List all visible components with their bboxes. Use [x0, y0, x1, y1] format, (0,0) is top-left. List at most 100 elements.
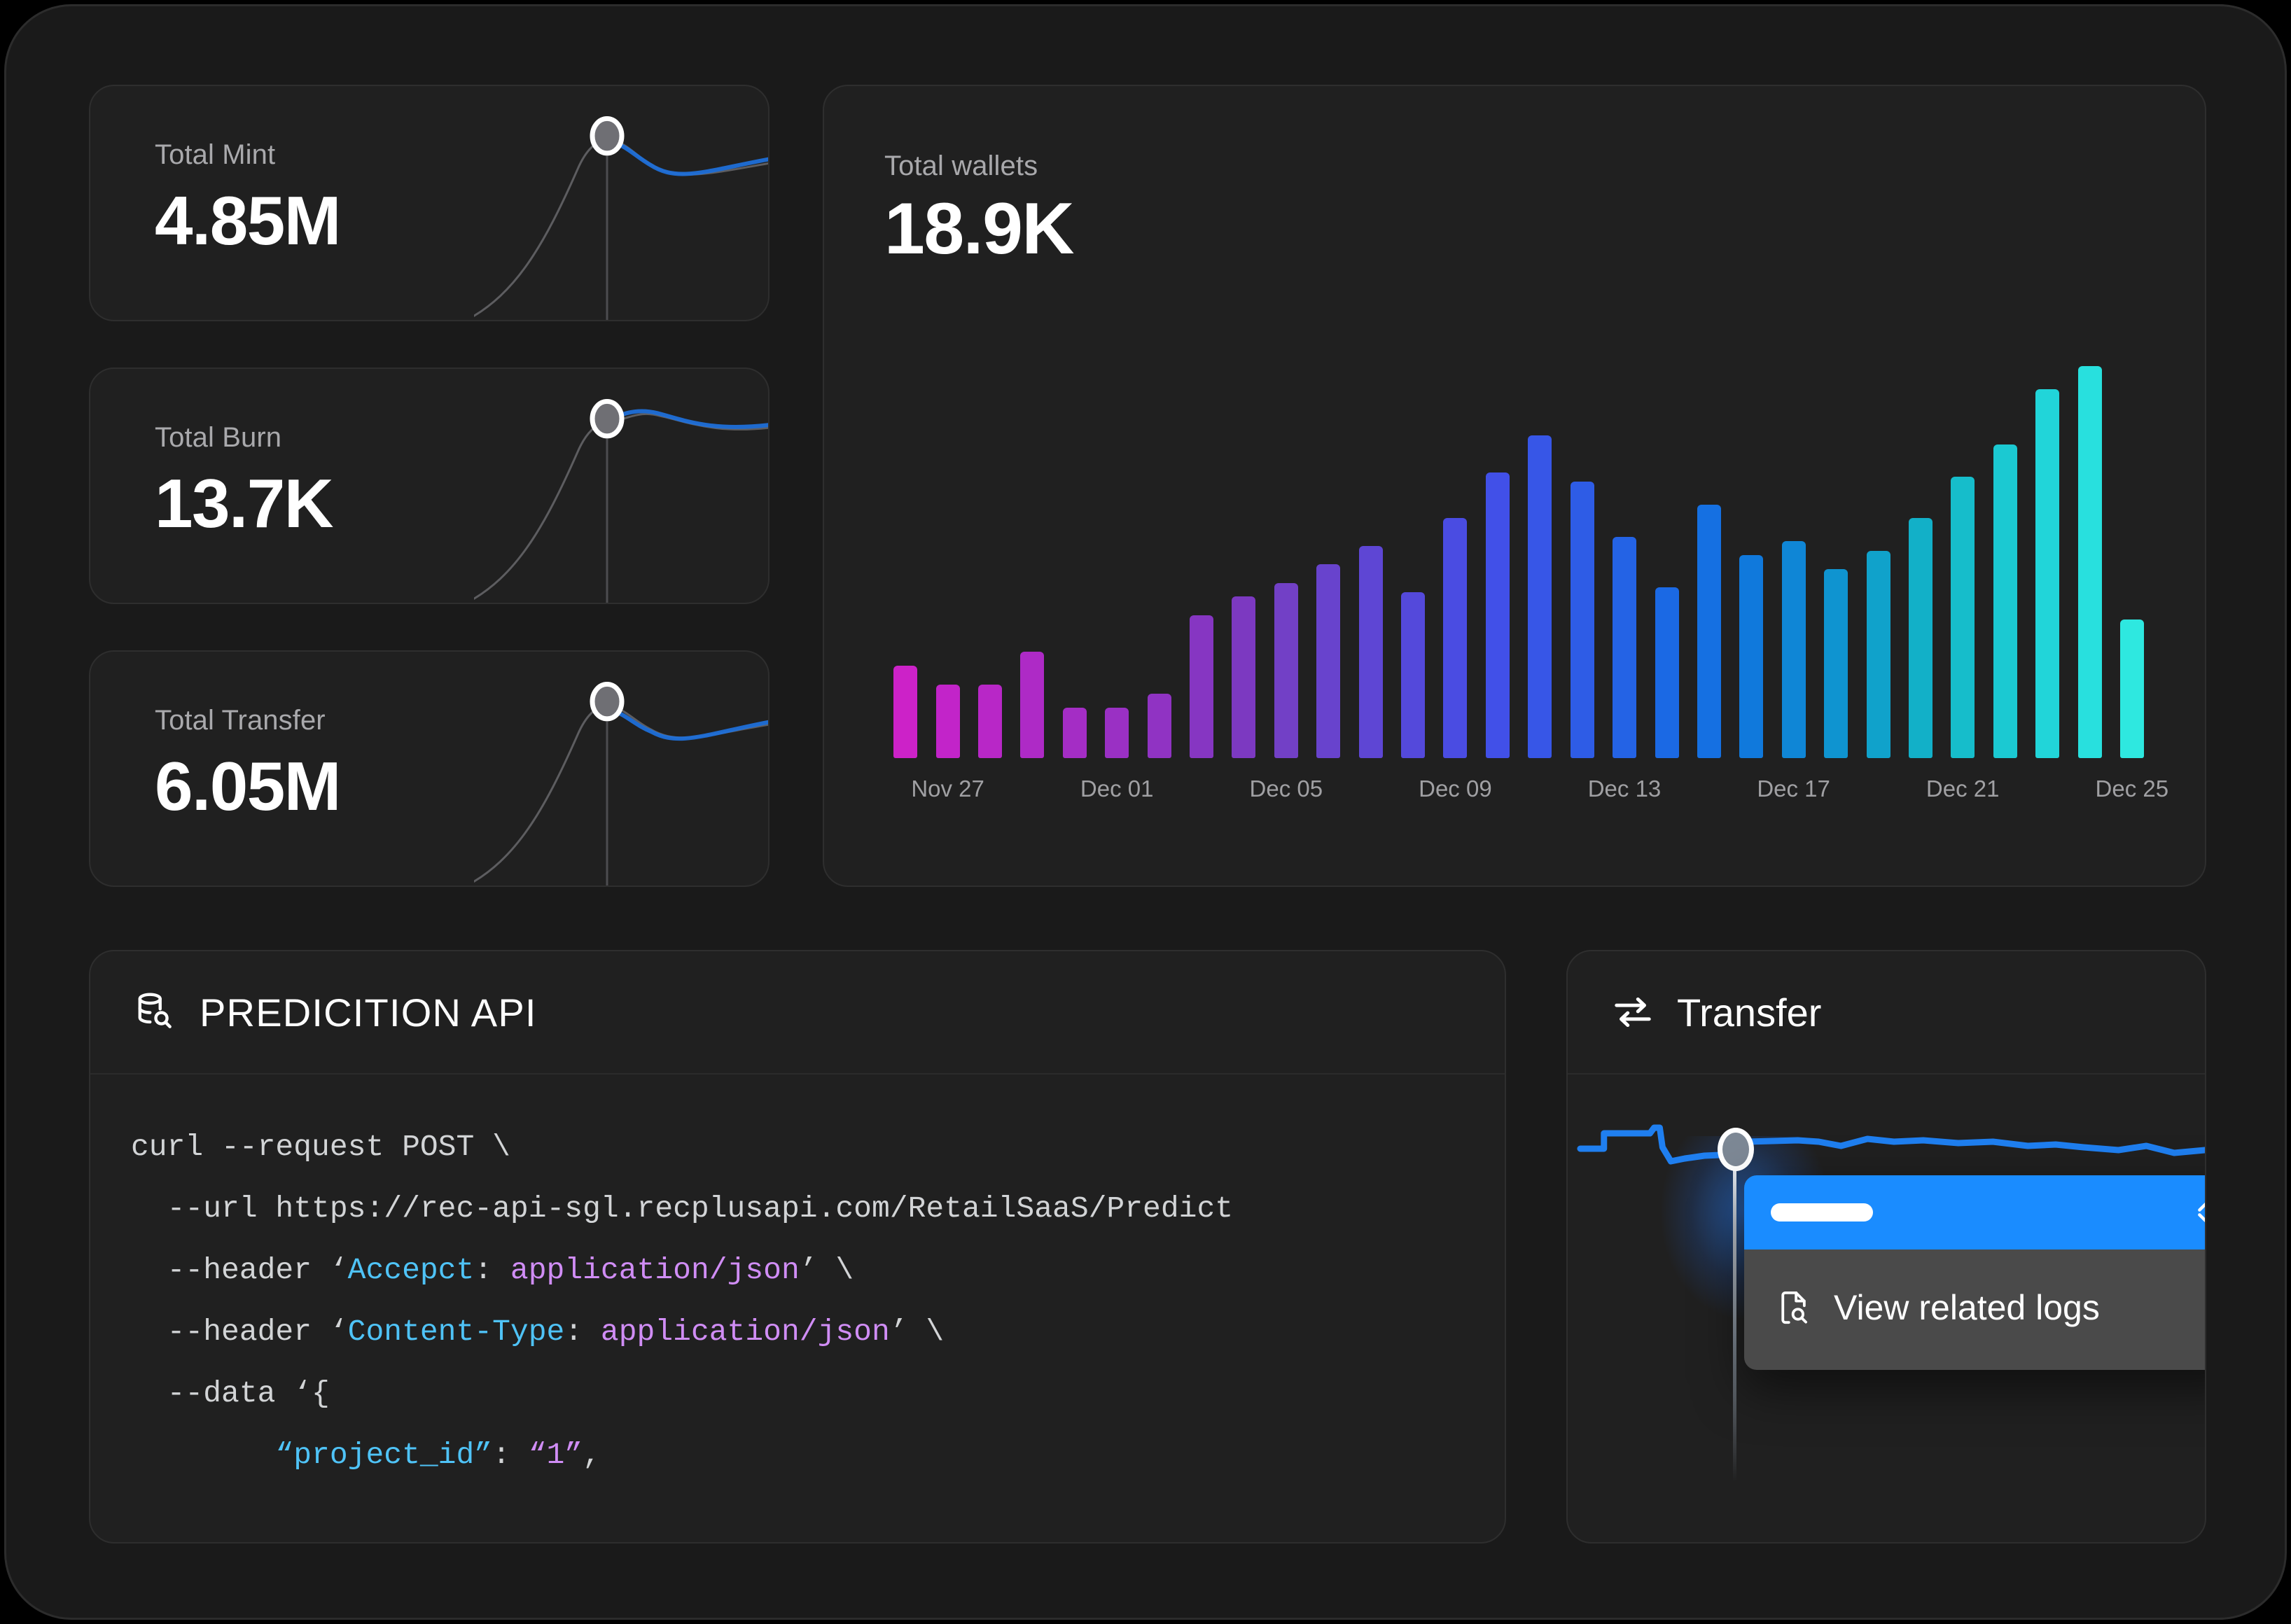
bar-dec-20[interactable] — [1908, 518, 1933, 758]
dropdown-menu-item-label: View related logs — [1834, 1288, 2100, 1327]
bar-dec-03[interactable] — [1190, 615, 1214, 758]
prediction-api-panel: PREDICITION API curl --request POST \ --… — [89, 950, 1506, 1544]
prediction-api-title: PREDICITION API — [200, 990, 537, 1035]
code-token: ’ \ — [799, 1253, 854, 1287]
bar-slot[interactable] — [2026, 366, 2068, 758]
code-token: Content-Type — [347, 1315, 565, 1349]
stat-card-value: 4.85M — [155, 182, 341, 259]
bar-slot[interactable] — [1307, 366, 1349, 758]
bar-slot[interactable] — [1477, 366, 1519, 758]
bar-slot[interactable] — [1096, 366, 1138, 758]
bar-dec-08[interactable] — [1401, 592, 1426, 758]
stat-card-value: 6.05M — [155, 748, 341, 825]
code-token: : — [564, 1315, 601, 1349]
bar-slot[interactable] — [1054, 366, 1096, 758]
bar-nov-30[interactable] — [1062, 707, 1087, 758]
bar-dec-23[interactable] — [2035, 388, 2060, 758]
bar-dec-13[interactable] — [1613, 536, 1637, 758]
bar-slot[interactable] — [1138, 366, 1180, 758]
sparkline-icon — [474, 652, 768, 886]
chevron-up-down-icon[interactable] — [2189, 1196, 2206, 1228]
bar-slot[interactable] — [1815, 366, 1857, 758]
bar-slot[interactable] — [2068, 366, 2110, 758]
stat-card-total-burn[interactable]: Total Burn 13.7K — [89, 368, 770, 604]
stat-card-text: Total Transfer 6.05M — [155, 705, 341, 825]
bar-slot[interactable] — [1942, 366, 1984, 758]
bar-dec-05[interactable] — [1274, 582, 1298, 758]
bar-slot[interactable] — [1900, 366, 1942, 758]
x-axis-tick-label: Dec 01 — [1080, 776, 1154, 802]
prediction-api-code-block[interactable]: curl --request POST \ --url https://rec-… — [90, 1074, 1505, 1542]
bar-nov-26[interactable] — [893, 666, 918, 758]
code-token: application/json — [600, 1315, 890, 1349]
stat-card-label: Total Mint — [155, 139, 276, 170]
bar-slot[interactable] — [1857, 366, 1899, 758]
bar-dec-19[interactable] — [1866, 550, 1890, 758]
transfer-panel: Transfer View related logs — [1566, 950, 2206, 1544]
code-token: Accepct — [347, 1253, 475, 1287]
code-token: : — [474, 1253, 510, 1287]
bar-slot[interactable] — [926, 366, 968, 758]
bar-slot[interactable] — [969, 366, 1011, 758]
bar-nov-27[interactable] — [935, 684, 960, 758]
bar-nov-28[interactable] — [978, 684, 1003, 758]
bar-dec-04[interactable] — [1232, 596, 1256, 758]
dropdown-selected-row[interactable] — [1744, 1175, 2206, 1250]
bar-slot[interactable] — [1730, 366, 1772, 758]
bar-dec-18[interactable] — [1824, 568, 1848, 758]
stat-card-total-mint[interactable]: Total Mint 4.85M — [89, 85, 770, 321]
bar-dec-11[interactable] — [1528, 435, 1552, 758]
bar-slot[interactable] — [1265, 366, 1307, 758]
bar-dec-16[interactable] — [1739, 555, 1764, 758]
bar-dec-12[interactable] — [1570, 481, 1594, 758]
bar-dec-25[interactable] — [2119, 620, 2144, 758]
bar-dec-22[interactable] — [1993, 444, 2017, 758]
code-token: curl --request POST \ — [131, 1130, 510, 1164]
code-line: --data ‘{ — [131, 1363, 1464, 1424]
x-axis-tick-label: Dec 13 — [1587, 776, 1662, 802]
bar-dec-15[interactable] — [1697, 504, 1721, 758]
bar-slot[interactable] — [884, 366, 926, 758]
bar-slot[interactable] — [1223, 366, 1265, 758]
code-token: --data ‘{ — [131, 1376, 330, 1410]
x-axis-tick-label: Dec 17 — [1757, 776, 1830, 802]
code-token: “1” — [528, 1438, 583, 1472]
bar-slot[interactable] — [1984, 366, 2026, 758]
bar-slot[interactable] — [1773, 366, 1815, 758]
hover-point-marker[interactable] — [1718, 1128, 1754, 1171]
stat-card-total-transfer[interactable]: Total Transfer 6.05M — [89, 650, 770, 887]
bar-dec-02[interactable] — [1147, 693, 1171, 758]
code-line: --header ‘Content-Type: application/json… — [131, 1301, 1464, 1363]
bar-dec-21[interactable] — [1951, 477, 1975, 758]
bar-dec-06[interactable] — [1316, 564, 1341, 758]
sparkline-icon — [474, 369, 768, 603]
bar-dec-14[interactable] — [1655, 587, 1679, 758]
bar-nov-29[interactable] — [1020, 652, 1045, 758]
bar-dec-01[interactable] — [1105, 707, 1129, 758]
file-search-icon — [1781, 1291, 1808, 1324]
bar-slot[interactable] — [1519, 366, 1561, 758]
dropdown-menu-item-view-related-logs[interactable]: View related logs — [1744, 1276, 2205, 1339]
bar-slot[interactable] — [1392, 366, 1434, 758]
x-axis-tick-label: Nov 27 — [911, 776, 984, 802]
total-wallets-label: Total wallets — [884, 150, 1038, 181]
transfer-title: Transfer — [1677, 990, 1822, 1035]
bar-dec-17[interactable] — [1781, 541, 1806, 758]
bar-slot[interactable] — [1603, 366, 1645, 758]
bar-dec-07[interactable] — [1358, 545, 1383, 758]
bar-slot[interactable] — [1181, 366, 1223, 758]
bar-slot[interactable] — [1349, 366, 1391, 758]
bar-slot[interactable] — [2111, 366, 2153, 758]
bar-slot[interactable] — [1434, 366, 1476, 758]
transfer-select-dropdown[interactable]: View related logs — [1744, 1175, 2206, 1370]
dashboard-window: Total Mint 4.85M Total Burn 13.7K Total … — [4, 4, 2287, 1620]
bar-slot[interactable] — [1011, 366, 1053, 758]
bar-dec-24[interactable] — [2077, 366, 2102, 758]
bar-slot[interactable] — [1688, 366, 1730, 758]
bar-slot[interactable] — [1645, 366, 1687, 758]
bar-dec-10[interactable] — [1485, 472, 1510, 758]
bar-dec-09[interactable] — [1443, 518, 1468, 758]
x-axis-tick-label: Dec 09 — [1419, 776, 1492, 802]
bar-slot[interactable] — [1561, 366, 1603, 758]
